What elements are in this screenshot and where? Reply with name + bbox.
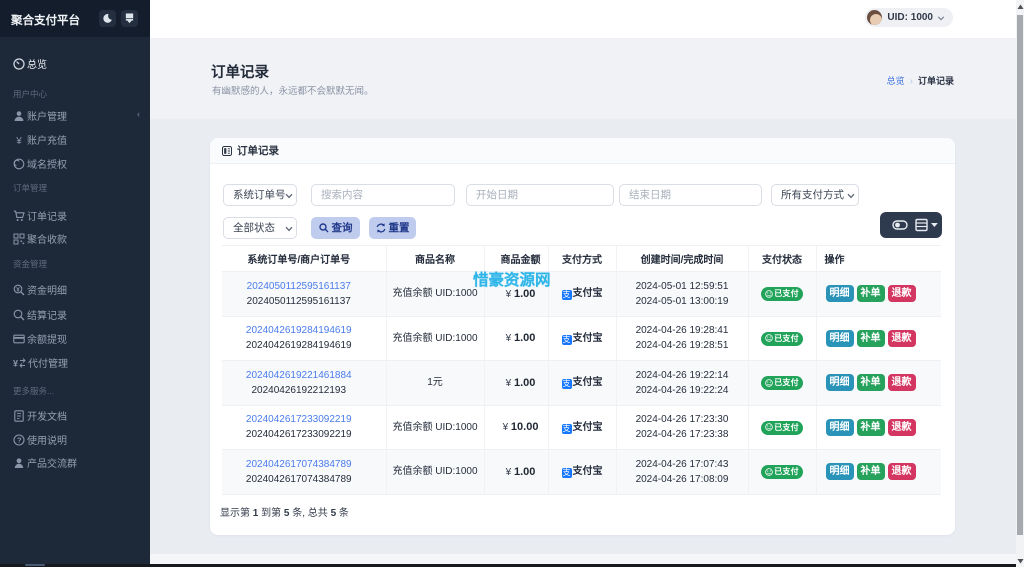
svg-text:¥: ¥ [13, 359, 18, 369]
svg-text:?: ? [17, 436, 22, 445]
